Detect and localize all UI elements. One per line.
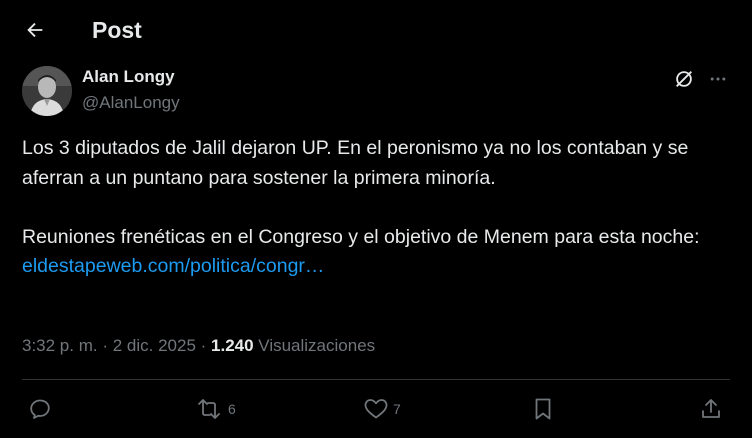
tweet-date[interactable]: 2 dic. 2025 — [113, 336, 196, 355]
tweet-link[interactable]: eldestapeweb.com/politica/congr… — [22, 255, 324, 277]
avatar-photo — [22, 66, 72, 116]
tweet-paragraph: Los 3 diputados de Jalil dejaron UP. En … — [22, 137, 689, 189]
bookmark-button[interactable] — [532, 396, 554, 422]
repost-count: 6 — [228, 401, 236, 417]
avatar[interactable] — [22, 66, 72, 116]
views-label: Visualizaciones — [253, 336, 376, 355]
reply-button[interactable] — [28, 396, 52, 422]
author-name[interactable]: Alan Longy — [82, 67, 175, 87]
repost-icon — [198, 399, 220, 419]
back-button[interactable] — [20, 15, 50, 45]
tweet-paragraph: Reuniones frenéticas en el Congreso y el… — [22, 225, 700, 248]
bookmark-icon — [535, 398, 551, 420]
reply-icon — [30, 399, 50, 419]
share-icon — [702, 399, 720, 418]
arrow-left-icon — [27, 22, 43, 38]
meta-separator: · — [97, 336, 113, 355]
views-count: 1.240 — [211, 336, 254, 355]
grok-button[interactable] — [672, 67, 696, 91]
author-handle[interactable]: @AlanLongy — [82, 93, 180, 113]
meta-separator: · — [195, 336, 212, 355]
more-horizontal-icon — [710, 77, 726, 81]
page-title: Post — [92, 17, 142, 43]
divider — [22, 379, 730, 380]
tweet-time[interactable]: 3:32 p. m. — [22, 336, 98, 355]
like-count: 7 — [393, 401, 401, 417]
repost-button[interactable]: 6 — [194, 396, 236, 422]
grok-icon — [676, 71, 692, 87]
heart-icon — [364, 399, 388, 419]
post-header: Post — [0, 0, 752, 60]
tweet-meta: 3:32 p. m. · 2 dic. 2025 · 1.240 Visuali… — [22, 334, 375, 358]
tweet-text: Los 3 diputados de Jalil dejaron UP. En … — [22, 134, 737, 282]
share-button[interactable] — [699, 396, 723, 422]
more-options-button[interactable] — [706, 67, 730, 91]
like-button[interactable]: 7 — [363, 396, 401, 422]
